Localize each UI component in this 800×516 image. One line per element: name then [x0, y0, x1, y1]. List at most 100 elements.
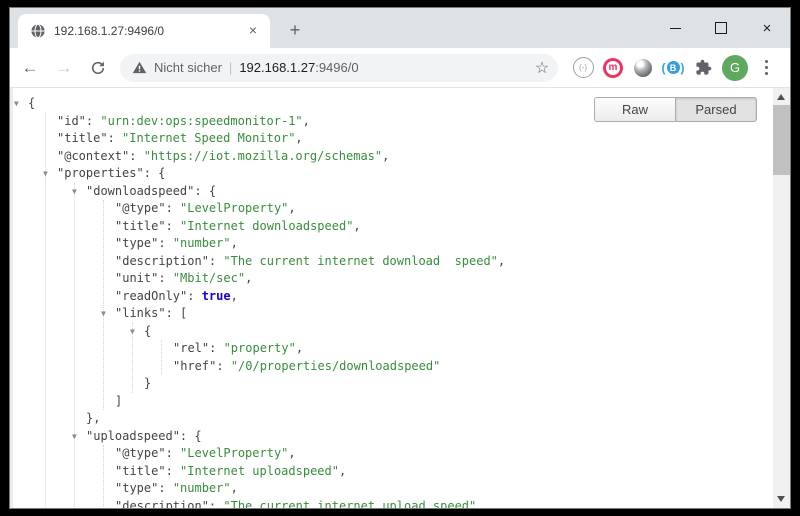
maximize-button[interactable]	[698, 8, 744, 48]
vertical-scrollbar[interactable]	[773, 88, 790, 508]
json-punctuation: {	[28, 96, 35, 110]
json-punctuation: :	[166, 219, 180, 233]
browser-menu-button[interactable]	[752, 54, 780, 82]
parsed-button[interactable]: Parsed	[676, 97, 757, 122]
json-key: "description"	[115, 499, 209, 509]
json-punctuation: [	[180, 306, 187, 320]
json-line: "description": "The current internet dow…	[104, 253, 505, 271]
extensions-menu-button[interactable]	[688, 53, 718, 83]
json-punctuation: :	[86, 114, 100, 128]
json-string-value: "Internet uploadspeed"	[180, 464, 339, 478]
extension-sphere-button[interactable]	[628, 53, 658, 83]
json-key: "@type"	[115, 446, 166, 460]
collapse-toggle-icon[interactable]: ▼	[14, 95, 24, 113]
tab-title: 192.168.1.27:9496/0	[54, 24, 244, 38]
collapse-toggle-icon[interactable]: ▼	[72, 183, 82, 201]
json-block: "id": "urn:dev:ops:speedmonitor-1","titl…	[45, 113, 505, 509]
json-punctuation: },	[86, 411, 100, 425]
reload-button[interactable]	[84, 54, 112, 82]
json-key: "@context"	[57, 149, 129, 163]
kebab-dot	[765, 60, 768, 63]
scroll-up-arrow-icon[interactable]	[777, 94, 785, 100]
extension-circle-dash-button[interactable]: (-)	[568, 53, 598, 83]
address-bar[interactable]: Nicht sicher | 192.168.1.27 :9496/0 ☆	[120, 54, 558, 82]
json-key: "type"	[115, 236, 158, 250]
globe-favicon-icon	[30, 23, 46, 39]
json-block: ▼"downloadspeed": {"@type": "LevelProper…	[74, 183, 505, 509]
json-string-value: "LevelProperty"	[180, 201, 288, 215]
json-punctuation: :	[166, 306, 180, 320]
json-line: "id": "urn:dev:ops:speedmonitor-1",	[46, 113, 505, 131]
json-punctuation: :	[216, 359, 230, 373]
profile-avatar[interactable]: G	[722, 55, 748, 81]
json-punctuation: {	[194, 429, 201, 443]
puzzle-piece-icon	[695, 59, 712, 76]
not-secure-warning-icon[interactable]	[132, 60, 147, 75]
json-string-value: "/0/properties/downloadspeed"	[231, 359, 441, 373]
json-punctuation: :	[144, 166, 158, 180]
json-block: "@type": "LevelProperty","title": "Inter…	[103, 445, 505, 508]
scroll-down-arrow-icon[interactable]	[777, 496, 785, 502]
json-key: "title"	[57, 131, 108, 145]
collapse-toggle-icon[interactable]: ▼	[130, 323, 140, 341]
close-button[interactable]: ×	[744, 8, 790, 48]
json-punctuation: ,	[382, 149, 389, 163]
json-string-value: "property"	[224, 341, 296, 355]
json-string-value: "Internet Speed Monitor"	[122, 131, 295, 145]
json-punctuation: }	[144, 376, 151, 390]
json-line: "@type": "LevelProperty",	[104, 445, 505, 463]
json-key: "uploadspeed"	[86, 429, 180, 443]
minimize-button[interactable]	[652, 8, 698, 48]
security-label: Nicht sicher	[154, 60, 222, 75]
json-punctuation: ,	[288, 446, 295, 460]
json-punctuation: :	[209, 254, 223, 268]
json-punctuation: {	[158, 166, 165, 180]
json-string-value: "number"	[173, 236, 231, 250]
json-key: "title"	[115, 464, 166, 478]
scrollbar-thumb[interactable]	[773, 105, 790, 175]
json-line: "href": "/0/properties/downloadspeed"	[162, 358, 505, 376]
json-line: ▼ "properties": {	[46, 165, 505, 183]
page-content: ▼{"id": "urn:dev:ops:speedmonitor-1","ti…	[10, 88, 790, 508]
json-key: "unit"	[115, 271, 158, 285]
json-string-value: "urn:dev:ops:speedmonitor-1"	[100, 114, 302, 128]
collapse-toggle-icon[interactable]: ▼	[72, 428, 82, 446]
star-icon: ☆	[535, 58, 549, 78]
browser-window: 192.168.1.27:9496/0 × + × ← → Nicht sich…	[10, 8, 790, 508]
new-tab-button[interactable]: +	[282, 18, 308, 44]
back-arrow-icon: ←	[22, 58, 39, 78]
sphere-icon	[634, 59, 652, 77]
json-punctuation: :	[209, 499, 223, 509]
back-button[interactable]: ←	[16, 54, 44, 82]
extension-pink-m-button[interactable]: m	[598, 53, 628, 83]
json-punctuation: :	[187, 289, 201, 303]
json-punctuation: ]	[115, 394, 122, 408]
json-key: "properties"	[57, 166, 144, 180]
json-key: "readOnly"	[115, 289, 187, 303]
json-punctuation: ,	[231, 289, 238, 303]
json-line: ▼"uploadspeed": {	[75, 428, 505, 446]
bookmark-star-button[interactable]: ☆	[530, 56, 554, 80]
json-punctuation: :	[209, 341, 223, 355]
json-string-value: "https://iot.mozilla.org/schemas"	[144, 149, 382, 163]
json-line: ▼ "links": [	[104, 305, 505, 323]
raw-button[interactable]: Raw	[594, 97, 676, 122]
json-key: "links"	[115, 306, 166, 320]
json-punctuation: ,	[295, 131, 302, 145]
browser-tab[interactable]: 192.168.1.27:9496/0 ×	[18, 14, 270, 48]
json-punctuation: ,	[231, 236, 238, 250]
minimize-icon	[670, 28, 681, 29]
json-block: "rel": "property","href": "/0/properties…	[161, 340, 505, 375]
forward-button[interactable]: →	[50, 54, 78, 82]
json-line: "type": "number",	[104, 480, 505, 498]
close-icon: ×	[763, 21, 772, 36]
collapse-toggle-icon[interactable]: ▼	[43, 165, 53, 183]
json-line: ▼{	[133, 323, 505, 341]
tab-close-icon[interactable]: ×	[244, 22, 262, 40]
json-line: "rel": "property",	[162, 340, 505, 358]
collapse-toggle-icon[interactable]: ▼	[101, 305, 111, 323]
extension-blue-button[interactable]: (B)	[658, 53, 688, 83]
json-punctuation: :	[108, 131, 122, 145]
json-block: ▼{"rel": "property","href": "/0/properti…	[132, 323, 505, 393]
maximize-icon	[715, 22, 727, 34]
